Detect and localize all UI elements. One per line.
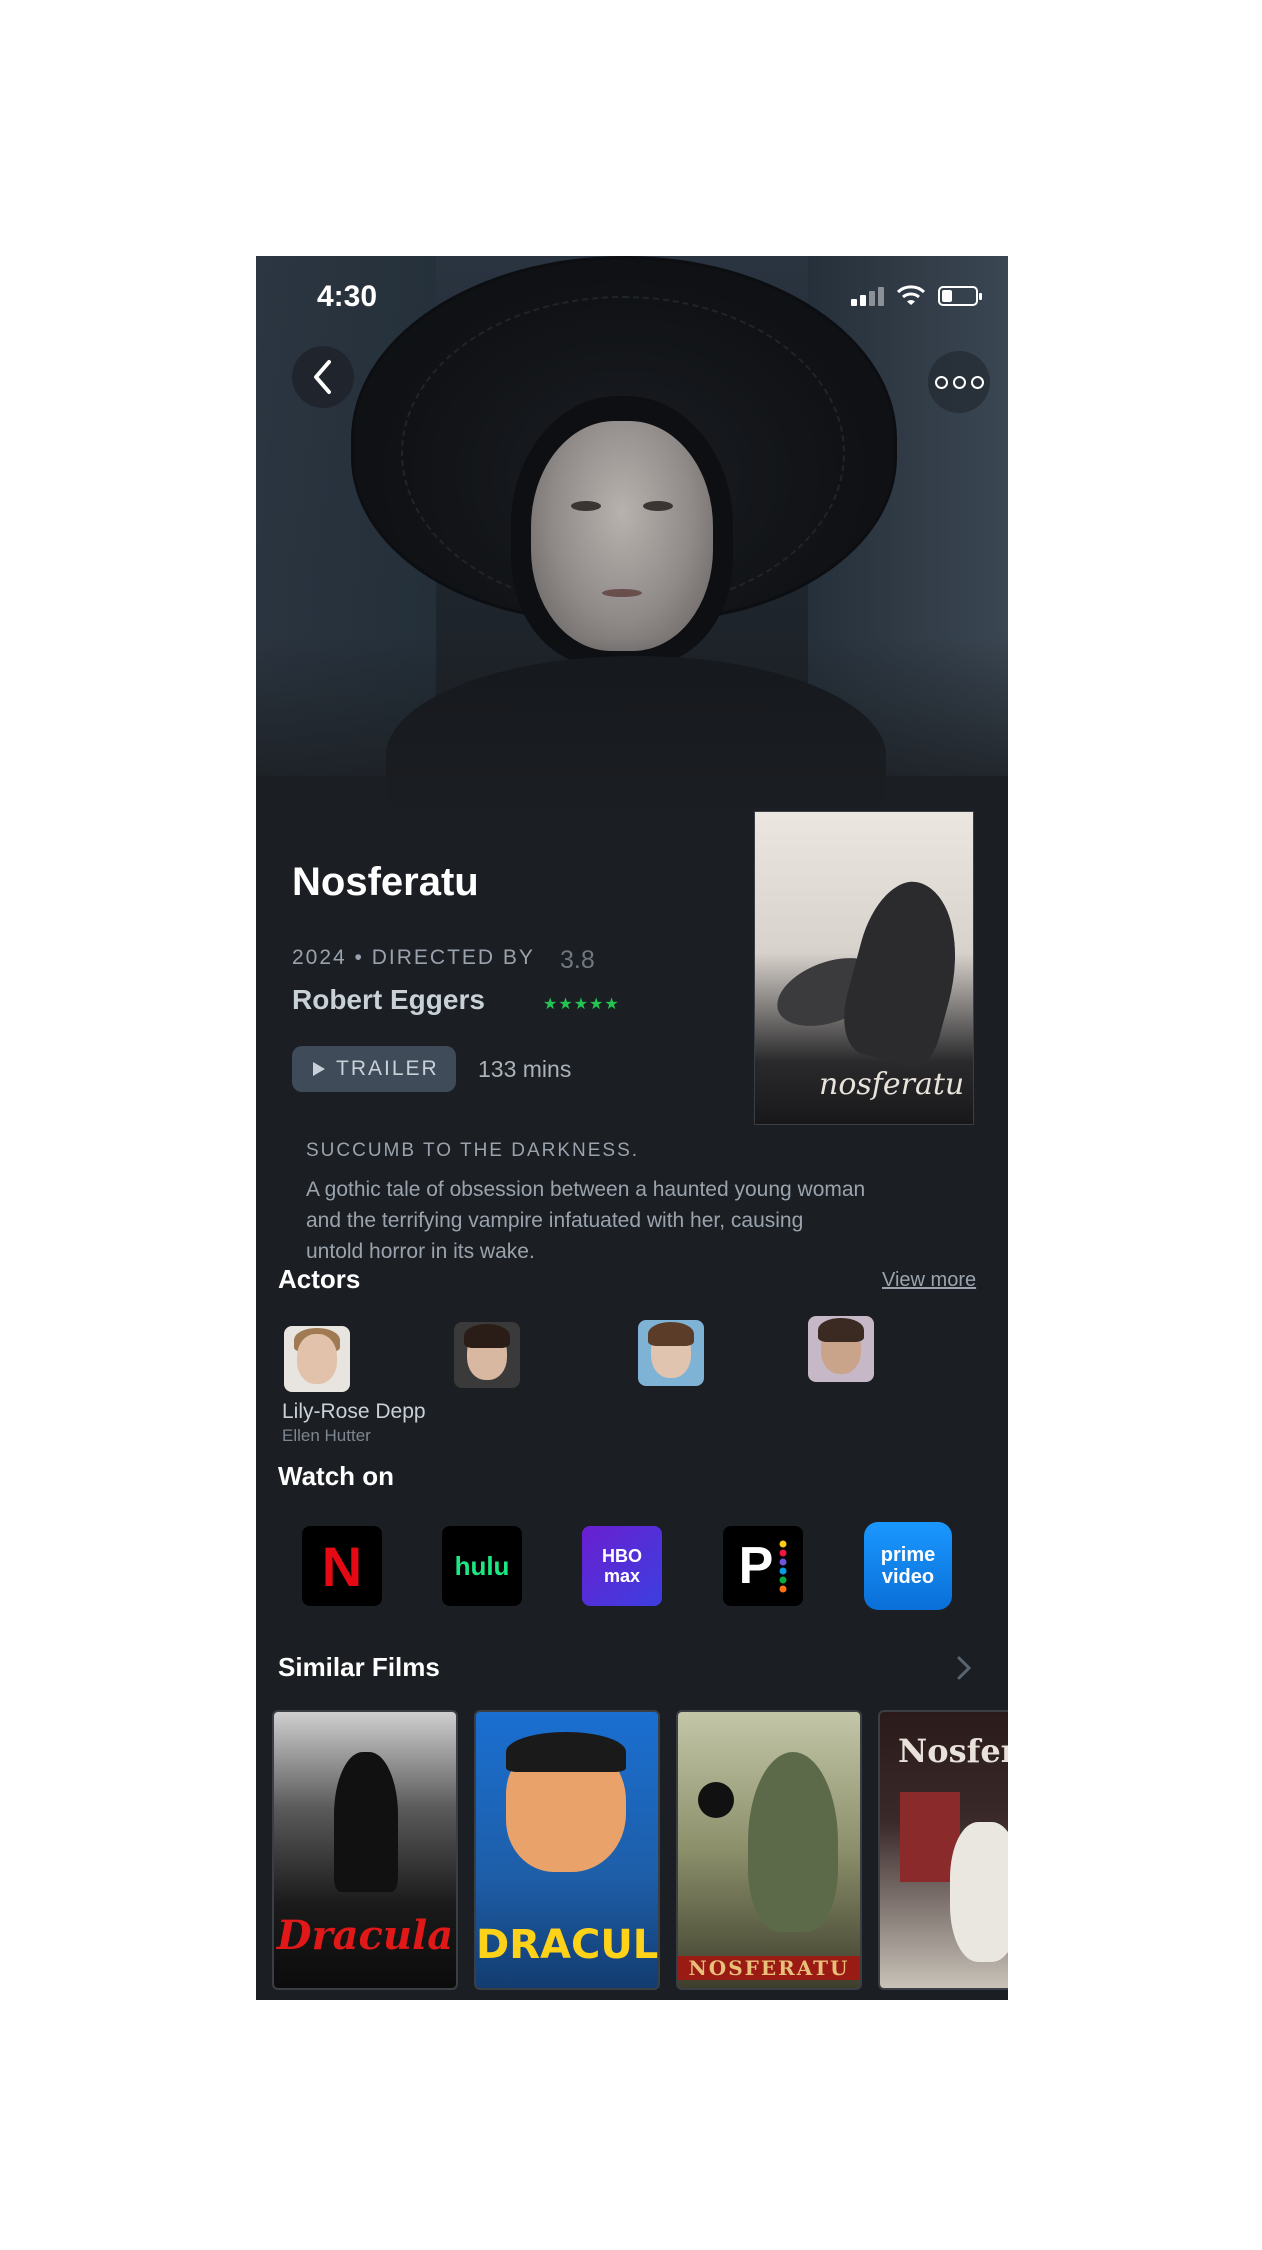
actor-name: Lily-Rose Depp	[282, 1400, 426, 1423]
signal-icon	[851, 287, 884, 306]
actor-avatar[interactable]	[808, 1316, 874, 1382]
director-name[interactable]: Robert Eggers	[292, 984, 485, 1016]
hero-image	[256, 256, 1008, 816]
film-card-title: Dracula	[276, 1912, 454, 1959]
hero-eye-left	[571, 501, 601, 511]
hero-eye-right	[643, 501, 673, 511]
poster-hand	[833, 872, 973, 1072]
film-title: Nosferatu	[292, 860, 479, 904]
watch-on-heading: Watch on	[278, 1461, 395, 1491]
dot-icon	[970, 375, 984, 389]
wifi-icon	[896, 285, 926, 305]
similar-films-heading: Similar Films	[278, 1652, 440, 1682]
battery-icon	[938, 286, 982, 306]
status-time: 4:30	[317, 280, 378, 313]
actor-avatar[interactable]	[454, 1322, 520, 1388]
hbo-max-logo[interactable]: HBO max	[582, 1526, 662, 1606]
netflix-label: N	[321, 1534, 363, 1598]
hbo-max-label: HBO max	[602, 1546, 642, 1586]
runtime: 133 mins	[478, 1056, 572, 1082]
film-card[interactable]: Nosfera	[878, 1710, 1008, 1990]
film-card[interactable]: NOSFERATU	[676, 1710, 862, 1990]
film-rating: 3.8	[560, 946, 595, 974]
tagline: SUCCUMB TO THE DARKNESS.	[306, 1140, 640, 1161]
chevron-left-icon	[314, 360, 331, 394]
dot-icon	[934, 375, 948, 389]
film-poster[interactable]: nosferatu	[754, 811, 974, 1125]
peacock-label: P	[738, 1537, 774, 1595]
film-card-title: DRACULA	[476, 1922, 659, 1968]
chevron-right-icon[interactable]	[956, 1656, 972, 1680]
netflix-logo[interactable]: N	[302, 1526, 382, 1606]
hero-mouth	[602, 589, 642, 597]
actor-role: Ellen Hutter	[282, 1426, 371, 1445]
prime-video-label: prime video	[880, 1544, 936, 1588]
more-options-button[interactable]	[928, 351, 990, 413]
actor-avatar[interactable]	[284, 1326, 350, 1392]
hero-face	[531, 421, 713, 651]
phone-screen: 4:30 Nosferatu 2024 • DIRECTED BY 3.8 Ro…	[256, 256, 1008, 2000]
actor-avatar[interactable]	[638, 1320, 704, 1386]
film-card-figure	[334, 1752, 398, 1892]
play-icon	[313, 1062, 325, 1076]
film-card-title: Nosfera	[898, 1732, 1008, 1770]
rating-stars: ★★★★★	[543, 996, 620, 1013]
film-card-sun	[698, 1782, 734, 1818]
peacock-dots-icon	[779, 1540, 787, 1593]
synopsis[interactable]: A gothic tale of obsession between a hau…	[306, 1174, 866, 1267]
view-more-link[interactable]: View more	[882, 1269, 976, 1292]
film-card-face	[748, 1752, 838, 1932]
hulu-label: hulu	[454, 1550, 510, 1581]
status-icons	[851, 284, 982, 306]
peacock-logo[interactable]: P	[723, 1526, 803, 1606]
dot-icon	[952, 375, 966, 389]
hulu-logo[interactable]: hulu	[442, 1526, 522, 1606]
film-card[interactable]: Dracula	[272, 1710, 458, 1990]
film-card-hair	[506, 1732, 626, 1772]
film-card[interactable]: DRACULA	[474, 1710, 660, 1990]
hero-fade	[256, 636, 1008, 816]
poster-title: nosferatu	[819, 1067, 965, 1102]
prime-video-logo[interactable]: prime video	[864, 1522, 952, 1610]
film-card-title: NOSFERATU	[678, 1956, 860, 1980]
trailer-button[interactable]: TRAILER	[292, 1046, 456, 1092]
actors-heading: Actors	[278, 1264, 361, 1294]
trailer-label: TRAILER	[336, 1057, 439, 1080]
back-button[interactable]	[292, 346, 354, 408]
film-card-face	[950, 1822, 1008, 1962]
film-meta: 2024 • DIRECTED BY	[292, 946, 535, 969]
